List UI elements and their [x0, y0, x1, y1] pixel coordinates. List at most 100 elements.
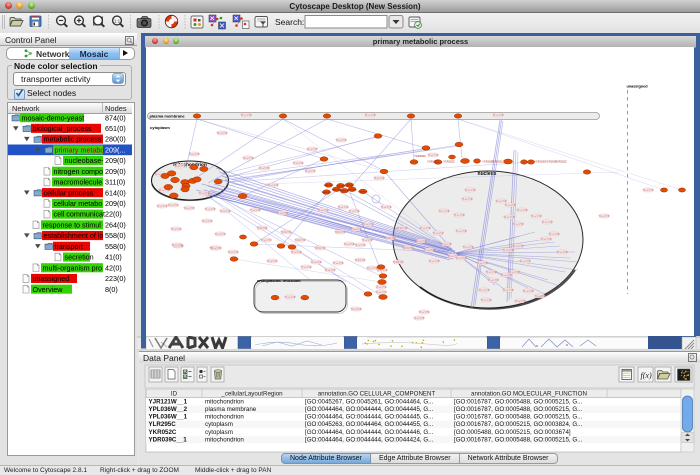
- svg-text:YKL217W: YKL217W: [317, 209, 329, 212]
- svg-text:[GO:0044464, GO:0044444, GO:00: [GO:0044464, GO:0044444, GO:0044445, G..…: [305, 414, 434, 421]
- svg-text:macromolecule: macromolecule: [54, 178, 103, 187]
- svg-text:YKL217W: YKL217W: [380, 206, 392, 209]
- svg-text:YKL217W: YKL217W: [361, 239, 373, 242]
- svg-text:Search:: Search:: [275, 17, 304, 27]
- svg-text:metabolic process: metabolic process: [44, 135, 102, 144]
- svg-text:YDR039C__1: YDR039C__1: [149, 436, 188, 443]
- svg-text:YKL217W: YKL217W: [204, 208, 216, 211]
- svg-text:YGR192C: YGR192C: [443, 160, 455, 164]
- svg-text:YKL217W: YKL217W: [290, 251, 302, 254]
- svg-text:YGR192C: YGR192C: [324, 185, 334, 187]
- svg-text:YKL217W: YKL217W: [337, 206, 349, 209]
- svg-text:YKL217W: YKL217W: [174, 165, 186, 168]
- svg-text:f(x): f(x): [641, 371, 652, 380]
- svg-text:YKL217W: YKL217W: [171, 244, 183, 247]
- svg-text:YKL217W: YKL217W: [170, 228, 182, 231]
- svg-text:YGR192C: YGR192C: [555, 160, 567, 164]
- svg-text:YKL217W: YKL217W: [240, 114, 252, 117]
- svg-text:YKL217W: YKL217W: [258, 167, 270, 170]
- svg-text:YKL217W: YKL217W: [156, 205, 168, 208]
- svg-text:YKL217W: YKL217W: [556, 251, 568, 254]
- svg-text:YKL217W: YKL217W: [219, 210, 231, 213]
- svg-text:YKL217W: YKL217W: [438, 210, 450, 213]
- svg-text:YKR052C: YKR052C: [149, 429, 177, 436]
- svg-text:YKL217W: YKL217W: [495, 200, 507, 203]
- svg-text:YDR178C: YDR178C: [256, 227, 267, 230]
- svg-text:YKL217W: YKL217W: [478, 289, 490, 292]
- svg-text:mitochondrion: mitochondrion: [205, 414, 244, 421]
- svg-text:annotation.GO CELLULAR_COMPONE: annotation.GO CELLULAR_COMPONENT: [318, 390, 436, 397]
- svg-text:[GO:0016787, GO:0005488, GO:00: [GO:0016787, GO:0005488, GO:0005215, G..…: [454, 399, 583, 406]
- svg-text:209(0): 209(0): [105, 199, 126, 208]
- svg-text:YKL217W: YKL217W: [375, 291, 387, 294]
- svg-text:YKL217W: YKL217W: [514, 300, 526, 303]
- svg-text:YKL217W: YKL217W: [415, 240, 427, 243]
- svg-text:YKL217W: YKL217W: [284, 296, 296, 299]
- svg-text:YKL217W: YKL217W: [440, 243, 452, 246]
- svg-text:YKL217W: YKL217W: [276, 212, 288, 215]
- svg-text:YGR192C: YGR192C: [427, 160, 439, 164]
- svg-text:YKL217W: YKL217W: [304, 170, 316, 173]
- svg-text:YKL217W: YKL217W: [530, 215, 542, 218]
- svg-text:YKL217W: YKL217W: [335, 139, 347, 142]
- svg-text:YPL036W__2: YPL036W__2: [149, 406, 188, 413]
- svg-text:[GO:0044464, GO:0044444, GO:00: [GO:0044464, GO:0044444, GO:0044445, G..…: [305, 406, 434, 413]
- svg-text:YGR192C: YGR192C: [491, 160, 503, 164]
- svg-text:cellular metabo: cellular metabo: [54, 199, 103, 208]
- svg-text:YDR178C: YDR178C: [396, 227, 407, 230]
- svg-text:YDR178C: YDR178C: [384, 237, 395, 240]
- svg-text:[GO:0045267, GO:0045261, GO:00: [GO:0045267, GO:0045261, GO:0044464, G..…: [305, 399, 434, 406]
- svg-text:YKL217W: YKL217W: [348, 210, 360, 213]
- svg-text:22(0): 22(0): [105, 210, 122, 219]
- svg-text:secretion: secretion: [65, 253, 94, 262]
- svg-text:614(0): 614(0): [105, 188, 126, 197]
- svg-text:558(0): 558(0): [105, 231, 126, 240]
- svg-text:YJR121W__1: YJR121W__1: [149, 399, 188, 406]
- svg-text:YGR192C: YGR192C: [344, 185, 354, 187]
- svg-text:8(0): 8(0): [105, 285, 118, 294]
- svg-text:nitrogen compo: nitrogen compo: [54, 167, 104, 176]
- svg-text:YKL217W: YKL217W: [332, 262, 344, 265]
- svg-text:YKL217W: YKL217W: [216, 132, 228, 135]
- svg-text:YKL217W: YKL217W: [201, 220, 213, 223]
- svg-text:YKL217W: YKL217W: [522, 290, 534, 293]
- svg-text:YKL217W: YKL217W: [642, 189, 654, 192]
- svg-text:mitochondrion: mitochondrion: [205, 399, 244, 406]
- svg-text:multi-organism pro: multi-organism pro: [43, 263, 103, 272]
- svg-text:YKL217W: YKL217W: [267, 184, 279, 187]
- svg-text:YKL217W: YKL217W: [598, 215, 610, 218]
- svg-text:874(0): 874(0): [105, 113, 126, 122]
- svg-text:[GO:0016787, GO:0005488, GO:00: [GO:0016787, GO:0005488, GO:0005215, G..…: [454, 406, 583, 413]
- svg-text:YKL217W: YKL217W: [432, 232, 444, 235]
- svg-text:YKL217W: YKL217W: [485, 271, 497, 274]
- svg-text:YKL217W: YKL217W: [266, 260, 278, 263]
- svg-text:YKL217W: YKL217W: [324, 269, 336, 272]
- svg-text:651(0): 651(0): [105, 124, 126, 133]
- svg-text:YDR178C: YDR178C: [314, 247, 325, 250]
- svg-text:YKL217W: YKL217W: [364, 114, 376, 117]
- svg-text:[GO:0044464, GO:0044444, GO:00: [GO:0044464, GO:0044444, GO:0044424, G..…: [305, 436, 434, 443]
- svg-text:YKL217W: YKL217W: [306, 148, 318, 151]
- svg-text:YKL217W: YKL217W: [373, 177, 385, 180]
- svg-text:YKL217W: YKL217W: [502, 289, 514, 292]
- svg-text:establishment of lo: establishment of lo: [44, 231, 104, 240]
- svg-text:YKL217W: YKL217W: [480, 299, 492, 302]
- svg-text:YKL217W: YKL217W: [548, 233, 560, 236]
- svg-text:YKL217W: YKL217W: [516, 209, 528, 212]
- svg-text:cell communicat: cell communicat: [54, 210, 106, 219]
- svg-text:YKL217W: YKL217W: [500, 274, 512, 277]
- svg-text:cytoplasm: cytoplasm: [150, 125, 170, 130]
- svg-text:YKL217W: YKL217W: [455, 257, 467, 260]
- svg-text:YKL217W: YKL217W: [198, 192, 210, 195]
- svg-text:mitochondrion: mitochondrion: [205, 436, 244, 443]
- svg-text:41(0): 41(0): [105, 253, 122, 262]
- svg-text:YKL217W: YKL217W: [375, 286, 387, 289]
- svg-text:1:1: 1:1: [114, 18, 121, 23]
- svg-text:YKL217W: YKL217W: [519, 260, 531, 263]
- svg-text:YKL217W: YKL217W: [418, 311, 430, 314]
- svg-text:YDR178C: YDR178C: [392, 261, 403, 264]
- svg-text:annotation.GO MOLECULAR_FUNCTI: annotation.GO MOLECULAR_FUNCTION: [471, 390, 587, 397]
- svg-text:YKL217W: YKL217W: [455, 230, 467, 233]
- svg-text:YKL217W: YKL217W: [502, 249, 514, 252]
- svg-text:YKL217W: YKL217W: [300, 266, 312, 269]
